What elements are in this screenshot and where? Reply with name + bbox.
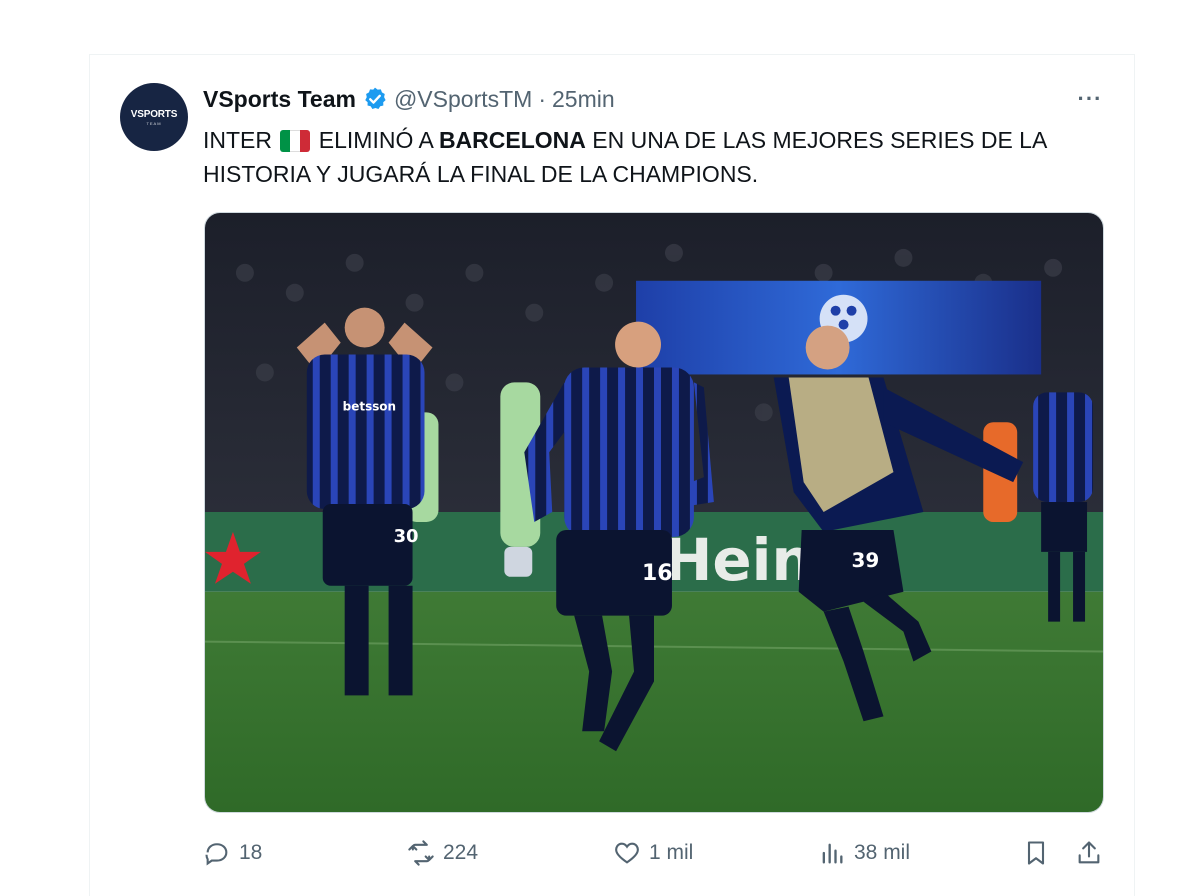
timestamp[interactable]: 25min [552,86,615,113]
repost-icon [408,840,434,866]
jersey-number-30: 30 [394,526,419,547]
bookmark-icon [1027,841,1045,865]
views-button[interactable]: 38 mil [818,836,910,870]
views-count: 38 mil [854,841,911,864]
avatar-brand-text: VSPORTS [130,108,178,120]
avatar[interactable]: VSPORTS TEAM [120,83,188,151]
sponsor-text: betsson [343,399,396,413]
tweet-header: VSports Team @VSportsTM · 25min [203,84,615,114]
bookmark-button[interactable] [1022,836,1050,870]
verified-badge-icon[interactable] [362,86,388,112]
share-button[interactable] [1075,836,1103,870]
more-options-icon[interactable]: ··· [1073,84,1107,114]
repost-button[interactable]: 224 [407,836,478,870]
heart-icon [615,842,639,864]
board-text: Hein [664,526,813,594]
tweet-text-part2: ELIMINÓ A [318,127,433,153]
tweet-text-bold: BARCELONA [438,127,586,153]
like-count: 1 mil [649,841,694,864]
like-button[interactable]: 1 mil [613,836,693,870]
views-icon [822,843,843,864]
tweet-text: INTER ELIMINÓ A BARCELONA EN UNA DE LAS … [203,123,1103,191]
share-icon [1078,841,1100,864]
repost-count: 224 [443,841,479,864]
display-name[interactable]: VSports Team [203,86,356,113]
reply-button[interactable]: 18 [203,836,262,870]
avatar-brand-subtext: TEAM [146,120,162,126]
handle[interactable]: @VSportsTM [394,86,532,113]
italy-flag-icon [280,130,311,152]
separator-dot: · [538,85,546,112]
reply-count: 18 [239,841,263,864]
tweet-media-photo[interactable]: Hein betsson 30 16 39 [204,212,1104,813]
celebration-photo: Hein betsson 30 16 39 [205,213,1103,812]
tweet-action-bar: 18 224 1 mil 38 mil [0,836,1200,870]
jersey-number-39: 39 [852,548,880,572]
jersey-number-16: 16 [642,561,673,586]
tweet-text-part1: INTER [203,127,272,153]
reply-icon [205,843,228,866]
